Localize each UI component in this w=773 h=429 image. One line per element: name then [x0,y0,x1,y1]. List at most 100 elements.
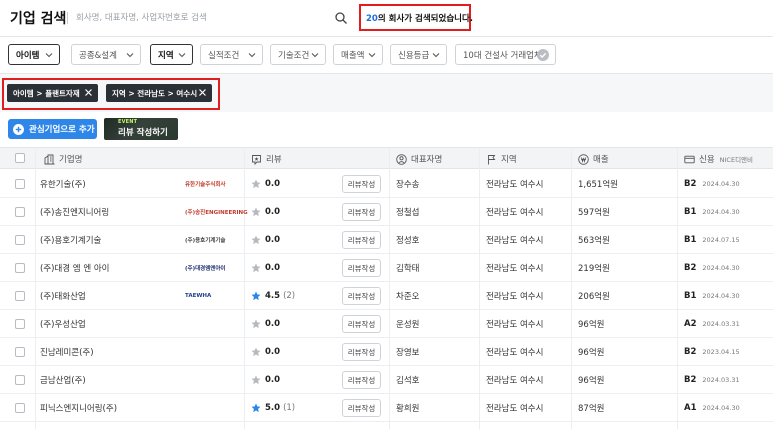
table-row[interactable]: 금남산업(주) 0.0 리뷰작성 김석호 전라남도 여수시 96억원 B2 2024.03.3… [0,366,773,394]
table-row[interactable]: (주)송진엔지니어링 (주)송진ENGINEERING 0.0 리뷰작성 정철섭 전라남도… [0,198,773,226]
grade-value: B2 [684,263,697,273]
sales: 96억원 [578,348,605,358]
filter-tag: 아이템 > 플랜트자재 [7,84,98,102]
company-name[interactable]: (주)송진엔지니어링 [40,198,109,226]
filter-chip[interactable]: 아이템 [8,44,60,65]
row-checkbox[interactable] [15,235,25,245]
add-to-interest-button[interactable]: 관심기업으로 추가 [8,119,97,139]
company-name[interactable]: (주)용호기계기술 [40,226,101,254]
row-checkbox[interactable] [15,291,25,301]
sales: 206억원 [578,292,610,302]
sales: 87억원 [578,404,605,414]
search-input[interactable] [76,6,354,30]
column-company[interactable]: 기업명 [44,148,82,170]
company-name[interactable]: (주)우성산업 [40,310,86,338]
row-checkbox[interactable] [15,207,25,217]
column-review[interactable]: 리뷰 [251,148,282,170]
write-review-button[interactable]: 리뷰작성 [342,175,381,193]
rating-value: 0.0 [265,207,281,217]
table-row[interactable]: 피닉스엔지니어링(주) 5.0 (1) 리뷰작성 황희원 전라남도 여수시 87억원 A1 20… [0,394,773,422]
filter-chip[interactable]: 10대 건설사 거래업체 [455,44,556,65]
region: 전라남도 여수시 [486,264,544,274]
close-icon[interactable] [84,88,93,97]
row-checkbox[interactable] [15,375,25,385]
credit-grade: B2 2024.04.30 [684,254,740,282]
region: 전라남도 여수시 [486,404,544,414]
company-name[interactable]: 금남산업(주) [40,366,86,394]
ceo-name: 운성원 [396,320,420,330]
column-sales[interactable]: 매출 [578,148,609,170]
filter-chip[interactable]: 지역 [150,44,193,65]
write-review-event-button[interactable]: EVENT 리뷰 작성하기 [104,118,178,140]
ceo-name: 장영보 [396,348,420,358]
top-bar: 기업 검색 20의 회사가 검색되었습니다. [0,0,773,36]
filter-chip-label: 신용등급 [398,50,430,61]
row-checkbox[interactable] [15,347,25,357]
company-name[interactable]: 피닉스엔지니어링(주) [40,394,117,422]
column-ceo[interactable]: 대표자명 [396,148,442,170]
flag-icon [488,154,496,164]
company-name[interactable]: (주)대경 엠 엔 아이 [40,254,109,282]
review-rating: 0.0 [251,310,280,338]
table-row[interactable] [0,422,773,429]
column-region[interactable]: 지역 [486,148,517,170]
grade-date: 2024.04.30 [702,264,740,272]
table-row[interactable]: (주)용호기계기술 (주)용호기계기술 0.0 리뷰작성 정성호 전라남도 여수시 563억… [0,226,773,254]
write-review-button[interactable]: 리뷰작성 [342,203,381,221]
close-icon[interactable] [198,88,207,97]
company-name[interactable]: (주)태화산업 [40,282,86,310]
rating-value: 5.0 [265,403,281,413]
select-all-checkbox[interactable] [15,153,25,163]
write-review-button[interactable]: 리뷰작성 [342,287,381,305]
chevron-down-icon [311,53,319,58]
row-checkbox[interactable] [15,263,25,273]
region: 전라남도 여수시 [486,180,544,190]
write-review-button[interactable]: 리뷰작성 [342,315,381,333]
filter-chip[interactable]: 공종&설계 [71,44,141,65]
filter-chip[interactable]: 기술조건 [270,44,326,65]
star-icon [251,375,261,385]
write-review-button[interactable]: 리뷰작성 [342,371,381,389]
event-badge: EVENT [118,119,138,125]
write-review-button[interactable]: 리뷰작성 [342,399,381,417]
credit-grade: B2 2023.04.15 [684,338,740,366]
write-review-button[interactable]: 리뷰작성 [342,231,381,249]
write-review-button[interactable]: 리뷰작성 [342,343,381,361]
result-count: 20 [366,14,378,24]
row-checkbox[interactable] [15,179,25,189]
company-name[interactable]: 유한기술(주) [40,170,86,198]
row-checkbox[interactable] [15,403,25,413]
table-row[interactable]: (주)태화산업 TAEWHA 4.5 (2) 리뷰작성 차준오 전라남도 여수시 206억원 B… [0,282,773,310]
star-icon [251,291,261,301]
review-rating: 4.5 (2) [251,282,295,310]
filter-chip[interactable]: 매출액 [333,44,383,65]
grade-value: B2 [684,375,697,385]
filter-chip[interactable]: 신용등급 [390,44,447,65]
filter-chip[interactable]: 실적조건 [200,44,263,65]
region: 전라남도 여수시 [486,348,544,358]
table-row[interactable]: (주)우성산업 0.0 리뷰작성 운성원 전라남도 여수시 96억원 A2 2024.03.3… [0,310,773,338]
row-checkbox[interactable] [15,319,25,329]
search-icon[interactable] [334,11,348,25]
credit-grade [684,422,690,429]
grade-date: 2024.04.30 [702,208,740,216]
company-logo: (주)대경엠엔아이 [185,265,226,272]
company-logo: (주)용호기계기술 [185,237,226,244]
review-icon [252,154,261,165]
region: 전라남도 여수시 [486,236,544,246]
table-row[interactable]: 진남레미콘(주) 0.0 리뷰작성 장영보 전라남도 여수시 96억원 B2 2023.04.… [0,338,773,366]
grade-value: B1 [684,235,697,245]
rating-value: 0.0 [265,263,281,273]
company-name[interactable]: 진남레미콘(주) [40,338,94,366]
column-credit[interactable]: 신용 NICE디앤비 [684,148,753,170]
grade-value: B2 [684,347,697,357]
grade-value: B2 [684,179,697,189]
table-row[interactable]: (주)대경 엠 엔 아이 (주)대경엠엔아이 0.0 리뷰작성 김학태 전라남도 여수시 2… [0,254,773,282]
title-divider [67,12,68,24]
page-title: 기업 검색 [10,11,67,27]
review-rating: 0.0 [251,338,280,366]
write-review-button[interactable]: 리뷰작성 [342,259,381,277]
table-row[interactable]: 유한기술(주) 유한기술주식회사 0.0 리뷰작성 장수송 전라남도 여수시 1,651억원… [0,170,773,198]
divider [0,36,773,37]
table-header: 기업명 리뷰 대표자명 지역 매출 신용 NICE디앤비 [0,147,773,169]
